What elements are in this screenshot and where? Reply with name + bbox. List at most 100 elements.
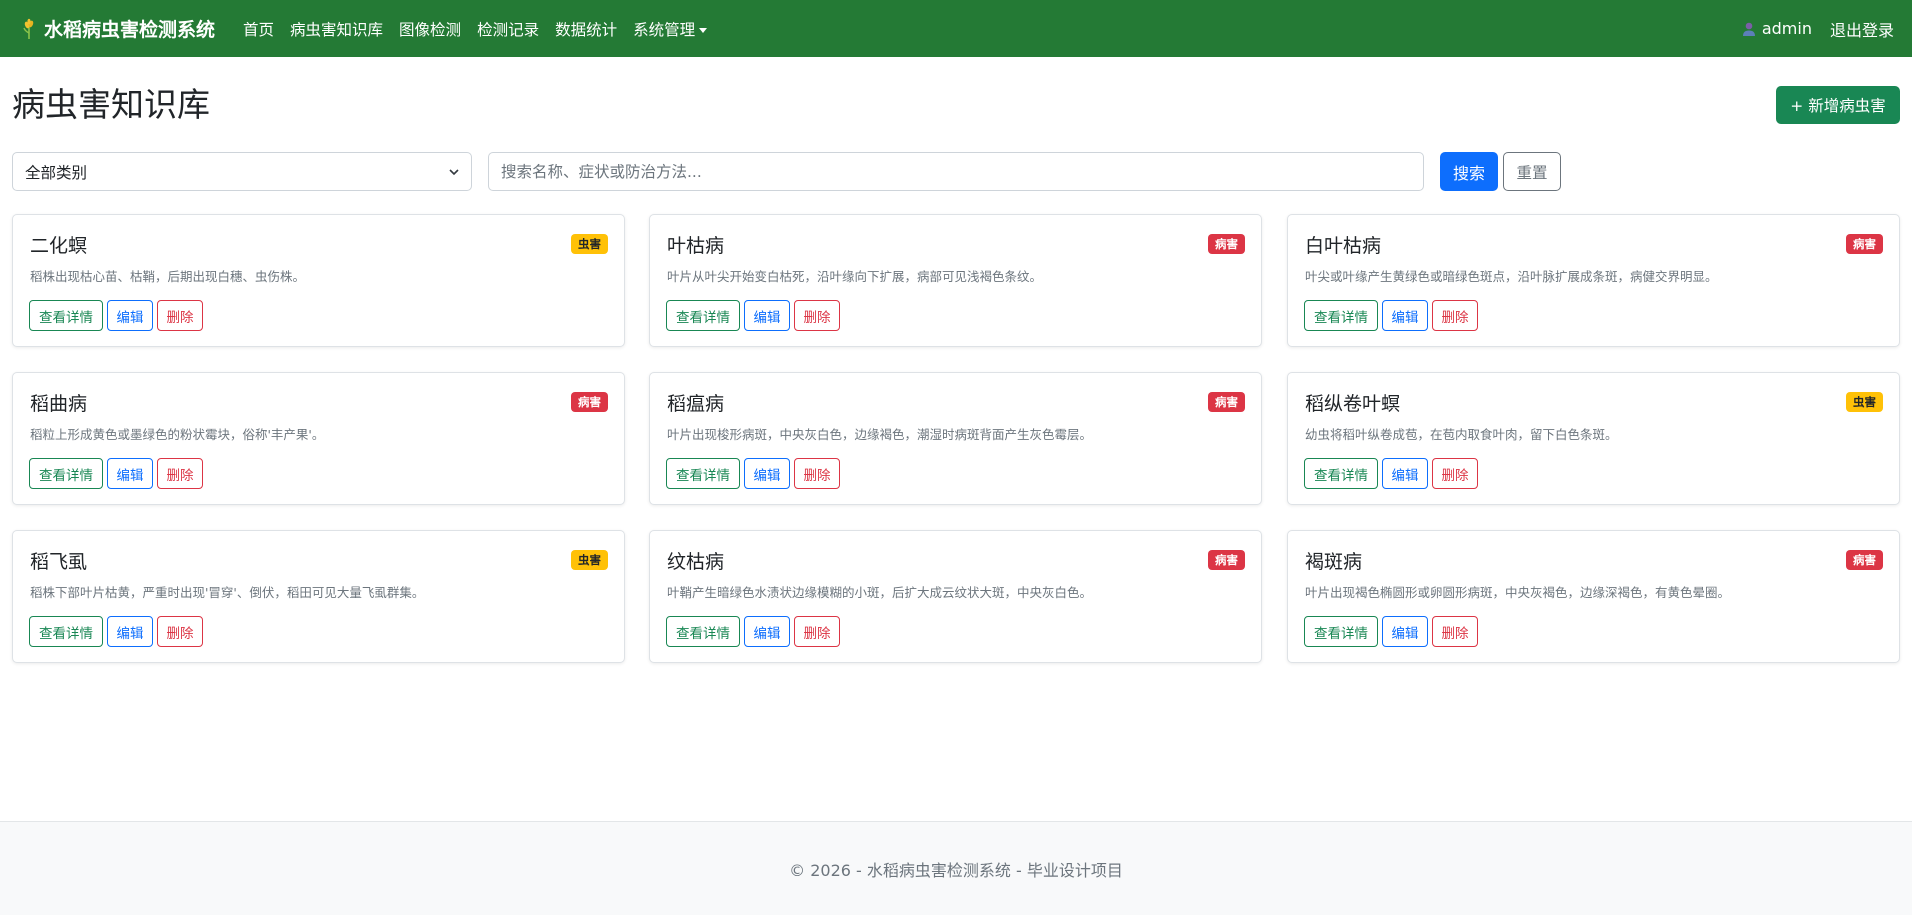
category-select-value: 全部类别 xyxy=(25,163,88,182)
card-description: 稻株下部叶片枯黄，严重时出现'冒穿'、倒伏，稻田可见大量飞虱群集。 xyxy=(30,585,425,600)
knowledge-card: 稻曲病 病害 稻粒上形成黄色或墨绿色的粉状霉块，俗称'丰产果'。 查看详情 编辑… xyxy=(12,372,625,505)
card-title: 稻瘟病 xyxy=(667,393,725,415)
card-title: 稻飞虱 xyxy=(30,551,88,573)
view-details-button[interactable]: 查看详情 xyxy=(29,458,103,489)
knowledge-card: 白叶枯病 病害 叶尖或叶缘产生黄绿色或暗绿色斑点，沿叶脉扩展成条斑，病健交界明显… xyxy=(1287,214,1900,347)
knowledge-card: 稻纵卷叶螟 虫害 幼虫将稻叶纵卷成苞，在苞内取食叶肉，留下白色条斑。 查看详情 … xyxy=(1287,372,1900,505)
edit-button[interactable]: 编辑 xyxy=(1382,616,1428,647)
category-badge: 虫害 xyxy=(571,234,608,254)
knowledge-card: 褐斑病 病害 叶片出现褐色椭圆形或卵圆形病斑，中央灰褐色，边缘深褐色，有黄色晕圈… xyxy=(1287,530,1900,663)
delete-button[interactable]: 删除 xyxy=(794,616,840,647)
category-badge: 病害 xyxy=(1846,550,1883,570)
view-details-button[interactable]: 查看详情 xyxy=(666,458,740,489)
edit-button[interactable]: 编辑 xyxy=(107,458,153,489)
reset-button[interactable]: 重置 xyxy=(1503,152,1561,191)
category-select[interactable]: 全部类别 xyxy=(12,152,472,191)
logout-link[interactable]: 退出登录 xyxy=(1830,17,1894,41)
delete-button[interactable]: 删除 xyxy=(1432,458,1478,489)
category-badge: 虫害 xyxy=(571,550,608,570)
card-description: 叶片出现梭形病斑，中央灰白色，边缘褐色，潮湿时病斑背面产生灰色霉层。 xyxy=(667,427,1093,442)
delete-button[interactable]: 删除 xyxy=(157,300,203,331)
rice-plant-icon xyxy=(23,18,34,39)
card-actions: 查看详情 编辑 删除 xyxy=(1304,616,1482,647)
card-description: 叶片出现褐色椭圆形或卵圆形病斑，中央灰褐色，边缘深褐色，有黄色晕圈。 xyxy=(1305,585,1731,600)
view-details-button[interactable]: 查看详情 xyxy=(1304,300,1378,331)
footer-text: © 2026 - 水稻病虫害检测系统 - 毕业设计项目 xyxy=(789,860,1123,880)
card-title: 稻纵卷叶螟 xyxy=(1305,393,1401,415)
card-actions: 查看详情 编辑 删除 xyxy=(29,458,207,489)
user-menu[interactable]: admin xyxy=(1741,19,1812,38)
card-actions: 查看详情 编辑 删除 xyxy=(1304,300,1482,331)
edit-button[interactable]: 编辑 xyxy=(744,458,790,489)
card-actions: 查看详情 编辑 删除 xyxy=(29,616,207,647)
search-input[interactable] xyxy=(488,152,1424,191)
nav-detection-records[interactable]: 检测记录 xyxy=(477,18,539,40)
delete-button[interactable]: 删除 xyxy=(794,300,840,331)
knowledge-card: 二化螟 虫害 稻株出现枯心苗、枯鞘，后期出现白穗、虫伤株。 查看详情 编辑 删除 xyxy=(12,214,625,347)
card-title: 叶枯病 xyxy=(667,235,725,257)
add-pest-button[interactable]: + 新增病虫害 xyxy=(1776,86,1900,124)
nav-system-management[interactable]: 系统管理 xyxy=(633,18,708,40)
edit-button[interactable]: 编辑 xyxy=(107,616,153,647)
edit-button[interactable]: 编辑 xyxy=(1382,458,1428,489)
edit-button[interactable]: 编辑 xyxy=(1382,300,1428,331)
card-actions: 查看详情 编辑 删除 xyxy=(1304,458,1482,489)
card-actions: 查看详情 编辑 删除 xyxy=(666,458,844,489)
knowledge-card: 叶枯病 病害 叶片从叶尖开始变白枯死，沿叶缘向下扩展，病部可见浅褐色条纹。 查看… xyxy=(649,214,1262,347)
card-description: 叶鞘产生暗绿色水渍状边缘模糊的小斑，后扩大成云纹状大斑，中央灰白色。 xyxy=(667,585,1093,600)
view-details-button[interactable]: 查看详情 xyxy=(1304,458,1378,489)
delete-button[interactable]: 删除 xyxy=(157,458,203,489)
category-badge: 病害 xyxy=(1208,550,1245,570)
edit-button[interactable]: 编辑 xyxy=(744,616,790,647)
knowledge-card: 稻飞虱 虫害 稻株下部叶片枯黄，严重时出现'冒穿'、倒伏，稻田可见大量飞虱群集。… xyxy=(12,530,625,663)
brand-name: 水稻病虫害检测系统 xyxy=(44,19,216,41)
knowledge-card: 稻瘟病 病害 叶片出现梭形病斑，中央灰白色，边缘褐色，潮湿时病斑背面产生灰色霉层… xyxy=(649,372,1262,505)
category-badge: 虫害 xyxy=(1846,392,1883,412)
view-details-button[interactable]: 查看详情 xyxy=(1304,616,1378,647)
card-title: 稻曲病 xyxy=(30,393,88,415)
card-title: 褐斑病 xyxy=(1305,551,1363,573)
card-title: 纹枯病 xyxy=(667,551,725,573)
view-details-button[interactable]: 查看详情 xyxy=(29,616,103,647)
nav-home[interactable]: 首页 xyxy=(243,18,274,40)
username: admin xyxy=(1761,19,1812,38)
nav-statistics[interactable]: 数据统计 xyxy=(555,18,617,40)
edit-button[interactable]: 编辑 xyxy=(744,300,790,331)
category-badge: 病害 xyxy=(1208,392,1245,412)
card-description: 稻株出现枯心苗、枯鞘，后期出现白穗、虫伤株。 xyxy=(30,269,306,284)
card-title: 白叶枯病 xyxy=(1305,235,1382,257)
page-title: 病虫害知识库 xyxy=(12,85,210,124)
nav-image-detection[interactable]: 图像检测 xyxy=(399,18,461,40)
card-actions: 查看详情 编辑 删除 xyxy=(666,300,844,331)
delete-button[interactable]: 删除 xyxy=(157,616,203,647)
delete-button[interactable]: 删除 xyxy=(1432,300,1478,331)
user-icon xyxy=(1742,22,1755,36)
search-button[interactable]: 搜索 xyxy=(1440,152,1498,191)
footer: © 2026 - 水稻病虫害检测系统 - 毕业设计项目 xyxy=(0,821,1912,915)
chevron-down-icon xyxy=(449,168,459,175)
knowledge-card: 纹枯病 病害 叶鞘产生暗绿色水渍状边缘模糊的小斑，后扩大成云纹状大斑，中央灰白色… xyxy=(649,530,1262,663)
category-badge: 病害 xyxy=(1846,234,1883,254)
category-badge: 病害 xyxy=(1208,234,1245,254)
nav-system-management-label: 系统管理 xyxy=(633,20,696,39)
caret-down-icon xyxy=(699,27,708,33)
nav-right: admin 退出登录 xyxy=(1741,17,1894,41)
view-details-button[interactable]: 查看详情 xyxy=(29,300,103,331)
card-actions: 查看详情 编辑 删除 xyxy=(29,300,207,331)
category-badge: 病害 xyxy=(571,392,608,412)
edit-button[interactable]: 编辑 xyxy=(107,300,153,331)
card-description: 叶尖或叶缘产生黄绿色或暗绿色斑点，沿叶脉扩展成条斑，病健交界明显。 xyxy=(1305,269,1718,284)
delete-button[interactable]: 删除 xyxy=(794,458,840,489)
card-description: 稻粒上形成黄色或墨绿色的粉状霉块，俗称'丰产果'。 xyxy=(30,427,325,442)
delete-button[interactable]: 删除 xyxy=(1432,616,1478,647)
view-details-button[interactable]: 查看详情 xyxy=(666,616,740,647)
brand[interactable]: 水稻病虫害检测系统 xyxy=(18,15,215,42)
card-description: 叶片从叶尖开始变白枯死，沿叶缘向下扩展，病部可见浅褐色条纹。 xyxy=(667,269,1043,284)
top-navbar: 水稻病虫害检测系统 首页 病虫害知识库 图像检测 检测记录 数据统计 系统管理 … xyxy=(0,0,1912,57)
card-actions: 查看详情 编辑 删除 xyxy=(666,616,844,647)
card-description: 幼虫将稻叶纵卷成苞，在苞内取食叶肉，留下白色条斑。 xyxy=(1305,427,1618,442)
card-title: 二化螟 xyxy=(30,235,88,257)
nav-knowledge-base[interactable]: 病虫害知识库 xyxy=(290,18,383,40)
view-details-button[interactable]: 查看详情 xyxy=(666,300,740,331)
nav-links: 首页 病虫害知识库 图像检测 检测记录 数据统计 系统管理 xyxy=(235,18,715,40)
